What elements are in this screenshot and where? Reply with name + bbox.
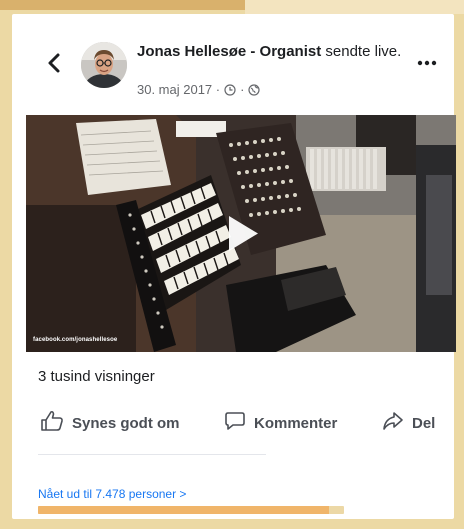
share-arrow-icon [382, 411, 404, 435]
views-count[interactable]: 3 tusind visninger [38, 368, 155, 385]
author-name[interactable]: Jonas Hellesøe - Organist [137, 43, 321, 60]
reach-link[interactable]: Nået ud til 7.478 personer > [38, 487, 186, 501]
post-action-text: sendte live. [325, 43, 402, 60]
post-meta: 30. maj 2017 · · [137, 82, 261, 97]
background-band [0, 0, 245, 10]
video-watermark: facebook.com/jonashellesoe [33, 337, 118, 343]
like-label: Synes godt om [72, 414, 180, 432]
video-player[interactable]: facebook.com/jonashellesoe [26, 115, 456, 352]
clock-icon [224, 83, 236, 96]
comment-bubble-icon [224, 411, 246, 435]
post-actions: Synes godt om Kommenter Del [12, 409, 454, 439]
reach-progress-fill [38, 506, 329, 514]
globe-icon [248, 83, 261, 96]
post-date[interactable]: 30. maj 2017 · [137, 82, 220, 97]
post-header: Jonas Hellesøe - Organist sendte live. 3… [12, 14, 454, 114]
avatar[interactable] [81, 42, 127, 88]
like-button[interactable]: Synes godt om [40, 409, 180, 437]
meta-separator: · [240, 82, 245, 97]
comment-button[interactable]: Kommenter [224, 409, 337, 437]
share-button[interactable]: Del [382, 409, 435, 437]
share-label: Del [412, 414, 436, 432]
post-card: Jonas Hellesøe - Organist sendte live. 3… [12, 14, 456, 519]
thumbs-up-icon [40, 410, 64, 436]
background-band-light [245, 0, 464, 14]
reach-progress-bar [38, 506, 344, 514]
chevron-left-icon[interactable] [44, 52, 66, 74]
comment-label: Kommenter [254, 414, 338, 432]
post-title: Jonas Hellesøe - Organist sendte live. [137, 42, 405, 61]
divider [38, 454, 266, 455]
more-dots-icon[interactable] [416, 56, 438, 68]
radiator [306, 147, 386, 191]
